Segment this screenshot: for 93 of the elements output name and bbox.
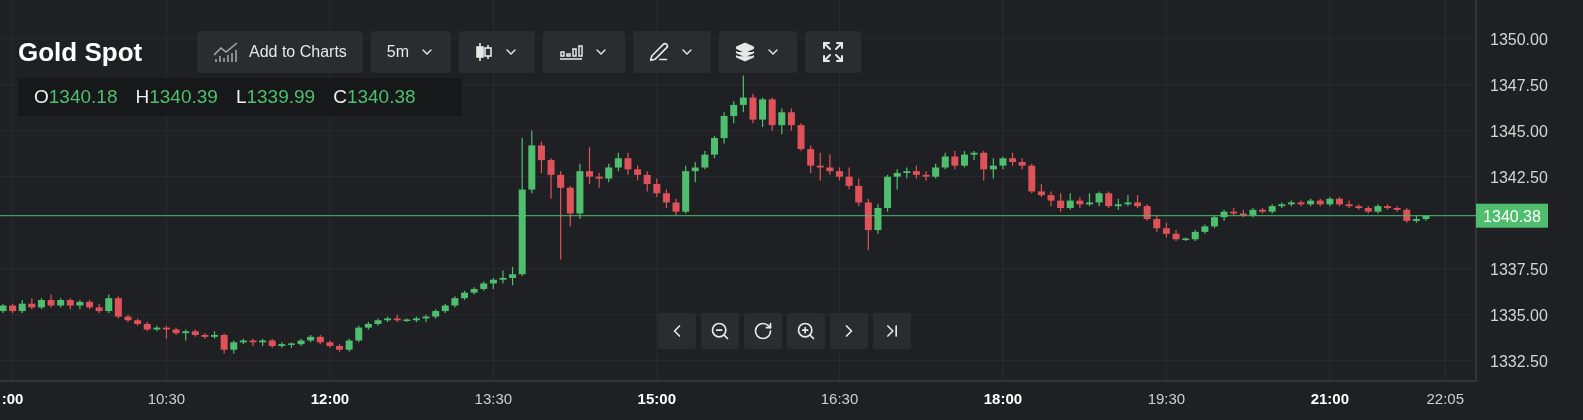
time-axis-label: 21:00 (1310, 390, 1350, 407)
time-axis-label: 19:30 (1147, 390, 1186, 407)
candlestick (826, 154, 834, 176)
candlestick (345, 338, 353, 353)
last-price-label: 1340.38 (1476, 203, 1548, 228)
instrument-title: Gold Spot (18, 36, 144, 68)
ohlc-value: C1340.38 (333, 86, 416, 108)
candlestick (1422, 214, 1430, 222)
reset-button[interactable] (744, 313, 782, 349)
candlestick (1086, 192, 1093, 207)
candlestick (374, 317, 382, 327)
scroll-to-end-button[interactable] (873, 313, 911, 349)
zoom-out-button[interactable] (701, 313, 739, 349)
candlestick (701, 150, 709, 170)
candlestick (961, 150, 968, 169)
candlestick (1220, 209, 1228, 222)
candlestick (326, 339, 334, 349)
candlestick (124, 314, 132, 323)
candlestick (547, 157, 555, 200)
chart-growth-icon (213, 41, 239, 63)
candlestick (970, 150, 978, 161)
time-axis-label: 15:00 (637, 390, 676, 407)
candlestick (0, 303, 7, 314)
candlestick (201, 332, 209, 340)
price-axis-label: 1347.50 (1490, 76, 1548, 94)
candlestick (1345, 200, 1353, 209)
zoom-in-button[interactable] (787, 313, 825, 349)
candlestick (499, 269, 507, 285)
pen-icon (649, 42, 670, 62)
layers-icon (735, 42, 756, 62)
zoom-out-icon (710, 321, 730, 341)
ref-line-label: 1340.38 (1483, 207, 1542, 225)
candlestick (1297, 200, 1305, 207)
candlestick (624, 152, 632, 176)
price-axis-label: 1342.50 (1490, 168, 1548, 186)
zoom-in-icon (796, 321, 816, 341)
ohlc-value: L1339.99 (235, 86, 316, 108)
chart-type-dropdown[interactable] (459, 31, 536, 73)
ohlc-value: O1340.18 (34, 86, 118, 108)
candlestick (1124, 194, 1132, 207)
time-axis-label: 13:30 (474, 390, 513, 407)
candlestick (451, 295, 459, 308)
candlestick (1374, 203, 1382, 215)
candlestick (461, 290, 468, 301)
layers-dropdown[interactable] (719, 31, 798, 73)
candlestick (297, 338, 305, 347)
candlestick (47, 293, 55, 308)
time-axis-label: 16:30 (820, 390, 859, 407)
add-to-charts-button[interactable]: Add to Charts (197, 31, 363, 73)
time-axis-label: 18:00 (983, 390, 1023, 407)
interval-dropdown[interactable]: 5m (370, 31, 452, 73)
price-axis-label: 1335.00 (1490, 306, 1548, 324)
candlestick (595, 172, 603, 189)
candlestick (951, 150, 959, 170)
price-axis-label: 1350.00 (1490, 30, 1548, 48)
candlestick (845, 166, 853, 191)
indicators-dropdown[interactable] (543, 31, 626, 73)
candlestick (1047, 190, 1055, 207)
candlestick (249, 338, 257, 347)
candlestick (1172, 229, 1180, 242)
candlestick (586, 146, 593, 185)
ohlc-value: H1340.39 (135, 86, 218, 108)
refresh-icon (753, 321, 773, 341)
candlestick-icon (475, 42, 494, 62)
fullscreen-button[interactable] (805, 31, 862, 73)
fullscreen-icon (821, 40, 846, 64)
candlestick (172, 327, 180, 336)
candlestick (336, 343, 343, 353)
time-axis-label: 10:30 (147, 390, 186, 407)
candlestick (470, 286, 478, 296)
candlestick (749, 93, 757, 124)
candlestick (422, 314, 430, 323)
candlestick (797, 122, 805, 152)
drawing-tools-dropdown[interactable] (633, 31, 712, 73)
candlestick (1095, 190, 1103, 207)
time-axis-label: 22:05 (1426, 390, 1464, 407)
candlestick (576, 163, 584, 220)
candlestick (999, 155, 1007, 170)
candlestick (1249, 207, 1257, 218)
price-axis-label: 1337.50 (1490, 260, 1548, 278)
time-axis-label: :00 (1, 390, 24, 407)
candlestick (1076, 196, 1084, 209)
indicator-icon (559, 43, 584, 61)
time-axis-label: 12:00 (310, 390, 350, 407)
candlestick (720, 111, 728, 145)
price-axis-label: 1332.50 (1490, 352, 1548, 370)
candlestick (76, 299, 84, 310)
price-axis-label: 1345.00 (1490, 122, 1548, 140)
candlestick (672, 198, 680, 216)
candlestick (711, 135, 718, 159)
candlestick (922, 170, 930, 181)
candlestick (836, 166, 843, 181)
candlestick (874, 203, 882, 235)
